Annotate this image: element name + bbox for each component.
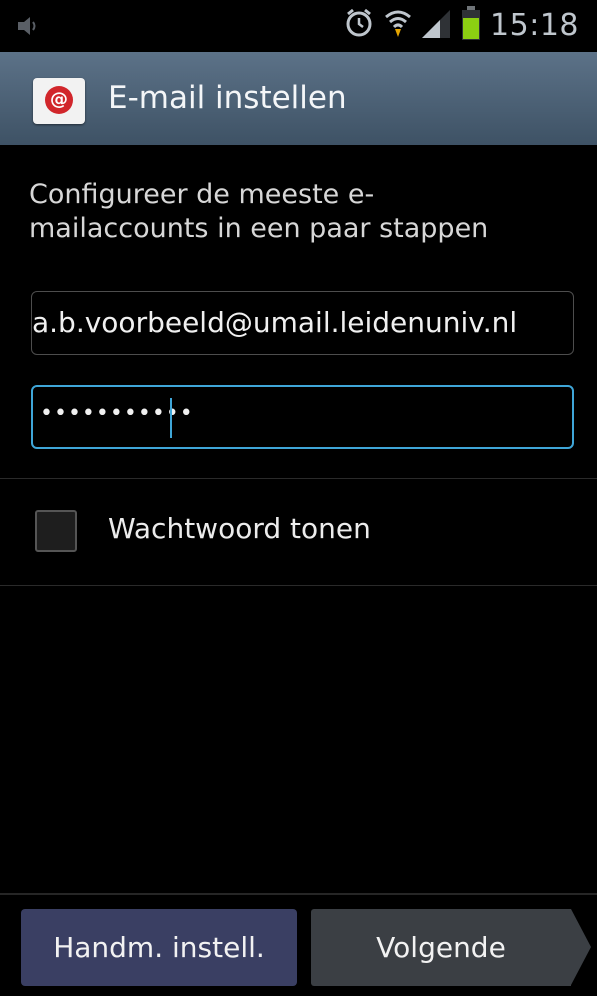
volume-icon (16, 15, 40, 41)
manual-setup-button[interactable]: Handm. instell. (21, 909, 297, 986)
show-password-checkbox[interactable] (35, 510, 77, 552)
show-password-label[interactable]: Wachtwoord tonen (108, 512, 371, 545)
signal-icon (422, 8, 452, 42)
password-field[interactable]: ••••••••••• (31, 385, 574, 449)
status-bar: 15:18 (0, 0, 597, 52)
alarm-icon (344, 7, 374, 43)
email-app-icon: @ (33, 78, 85, 124)
next-button[interactable]: Volgende (311, 909, 571, 986)
email-field[interactable]: a.b.voorbeeld@umail.leidenuniv.nl (31, 291, 574, 355)
page-title: E-mail instellen (108, 80, 347, 116)
wifi-icon (384, 7, 412, 43)
divider (0, 585, 597, 586)
next-button-arrow[interactable] (571, 909, 591, 985)
button-bar-divider (0, 893, 597, 895)
divider (0, 478, 597, 479)
intro-text: Configureer de meeste e-mailaccounts in … (29, 179, 489, 244)
email-field-value: a.b.voorbeeld@umail.leidenuniv.nl (32, 306, 518, 339)
clock: 15:18 (490, 7, 579, 43)
battery-icon (462, 6, 481, 44)
action-bar: @ E-mail instellen (0, 52, 597, 145)
text-cursor (170, 398, 172, 438)
